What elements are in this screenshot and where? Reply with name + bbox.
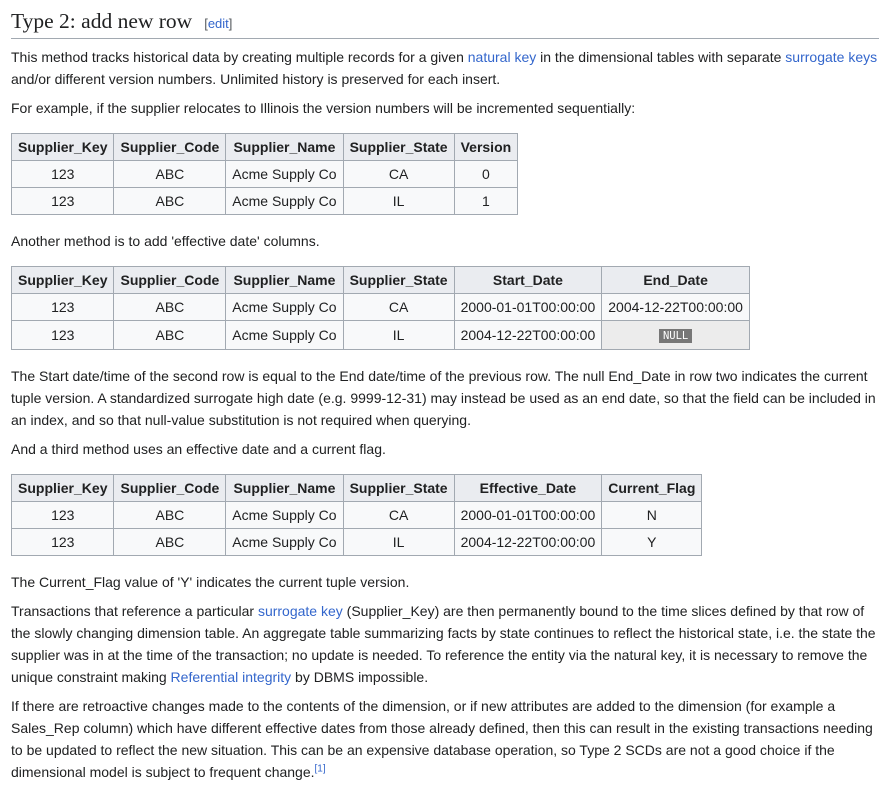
table-cell: CA: [342, 500, 455, 529]
column-header: Supplier_Code: [113, 473, 227, 502]
table-cell: 2004-12-22T00:00:00: [601, 292, 750, 321]
table-cell: Acme Supply Co: [225, 292, 344, 321]
table-cell: ABC: [113, 319, 227, 350]
table-cell: ABC: [113, 527, 227, 556]
table-cell: 123: [10, 500, 115, 529]
table-header-row: Supplier_Key Supplier_Code Supplier_Name Su…: [10, 132, 519, 161]
edit-section: [edit]: [204, 16, 232, 31]
table-row: 123 ABC Acme Supply Co CA 0: [10, 159, 519, 188]
paragraph: Transactions that reference a particular…: [11, 600, 879, 688]
table-cell: N: [601, 500, 703, 529]
paragraph: For example, if the supplier relocates t…: [11, 97, 879, 119]
table-cell: 1: [453, 186, 519, 215]
table-cell: 123: [10, 527, 115, 556]
column-header: Supplier_State: [342, 473, 455, 502]
table-cell: IL: [342, 186, 455, 215]
edit-bracket-close: ]: [228, 16, 233, 31]
table-cell: ABC: [113, 292, 227, 321]
table-row: 123 ABC Acme Supply Co CA 2000-01-01T00:00:0…: [10, 292, 750, 321]
table-cell: Acme Supply Co: [225, 159, 344, 188]
text-segment: If there are retroactive changes made to…: [11, 697, 873, 780]
text-segment: by DBMS impossible.: [291, 668, 429, 685]
table-cell: 123: [10, 159, 115, 188]
edit-link[interactable]: edit: [208, 16, 229, 31]
column-header: Version: [453, 132, 519, 161]
table-cell: 0: [453, 159, 519, 188]
article-section: Type 2: add new row [edit] This method tr…: [0, 0, 890, 783]
table-cell: Acme Supply Co: [225, 319, 344, 350]
text-segment: in the dimensional tables with separate: [536, 48, 786, 65]
column-header: Supplier_State: [342, 132, 455, 161]
column-header: Supplier_Key: [10, 265, 115, 294]
wiki-link[interactable]: Referential integrity: [171, 669, 292, 685]
table-row: 123 ABC Acme Supply Co IL 2004-12-22T00:00:0…: [10, 319, 750, 350]
null-badge: NULL: [658, 328, 693, 343]
paragraph: The Current_Flag value of 'Y' indicates …: [11, 571, 879, 593]
section-heading: Type 2: add new row [edit]: [11, 8, 879, 39]
table-cell: Acme Supply Co: [225, 500, 344, 529]
data-table: Supplier_Key Supplier_Code Supplier_Name Su…: [10, 473, 703, 556]
table-cell: CA: [342, 292, 455, 321]
column-header: Supplier_Key: [10, 132, 115, 161]
wiki-link[interactable]: surrogate key: [258, 603, 343, 619]
text-segment: This method tracks historical data by cr…: [11, 48, 468, 65]
column-header: Start_Date: [453, 265, 603, 294]
citation: [1]: [315, 763, 326, 774]
text-segment: For example, if the supplier relocates t…: [11, 99, 636, 116]
table-row: 123 ABC Acme Supply Co CA 2000-01-01T00:00:0…: [10, 500, 703, 529]
column-header: Supplier_Key: [10, 473, 115, 502]
column-header: Supplier_Name: [225, 132, 344, 161]
table-cell: NULL: [601, 319, 750, 350]
section-body: This method tracks historical data by cr…: [10, 46, 879, 783]
table-cell: 2004-12-22T00:00:00: [453, 319, 603, 350]
table-cell: 123: [10, 319, 115, 350]
table-cell: Acme Supply Co: [225, 186, 344, 215]
paragraph: This method tracks historical data by cr…: [11, 46, 879, 90]
table-cell: IL: [342, 527, 455, 556]
paragraph: The Start date/time of the second row is…: [11, 365, 879, 431]
table-cell: 2004-12-22T00:00:00: [453, 527, 603, 556]
table-cell: ABC: [113, 500, 227, 529]
table-cell: 2000-01-01T00:00:00: [453, 500, 603, 529]
data-table: Supplier_Key Supplier_Code Supplier_Name Su…: [10, 265, 750, 350]
table-cell: ABC: [113, 159, 227, 188]
column-header: Supplier_State: [342, 265, 455, 294]
paragraph: If there are retroactive changes made to…: [11, 695, 879, 783]
data-table: Supplier_Key Supplier_Code Supplier_Name Su…: [10, 132, 519, 215]
column-header: Supplier_Name: [225, 265, 344, 294]
heading-title: Type 2: add new row: [11, 9, 193, 33]
table-row: 123 ABC Acme Supply Co IL 1: [10, 186, 519, 215]
column-header: End_Date: [601, 265, 750, 294]
table-cell: 2000-01-01T00:00:00: [453, 292, 603, 321]
text-segment: The Start date/time of the second row is…: [11, 367, 876, 428]
table-cell: Y: [601, 527, 703, 556]
column-header: Supplier_Code: [113, 132, 227, 161]
wiki-link[interactable]: natural key: [468, 49, 536, 65]
text-segment: Transactions that reference a particular: [11, 602, 258, 619]
text-segment: and/or different version numbers. Unlimi…: [11, 70, 501, 87]
paragraph: Another method is to add 'effective date…: [11, 230, 879, 252]
column-header: Current_Flag: [601, 473, 703, 502]
table-cell: IL: [342, 319, 455, 350]
wiki-link[interactable]: surrogate keys: [785, 49, 877, 65]
text-segment: Another method is to add 'effective date…: [11, 232, 320, 249]
text-segment: The Current_Flag value of 'Y' indicates …: [11, 573, 410, 590]
column-header: Effective_Date: [453, 473, 603, 502]
table-header-row: Supplier_Key Supplier_Code Supplier_Name Su…: [10, 265, 750, 294]
table-cell: Acme Supply Co: [225, 527, 344, 556]
table-cell: ABC: [113, 186, 227, 215]
table-row: 123 ABC Acme Supply Co IL 2004-12-22T00:00:0…: [10, 527, 703, 556]
citation-link[interactable]: [1]: [315, 763, 326, 774]
column-header: Supplier_Code: [113, 265, 227, 294]
paragraph: And a third method uses an effective dat…: [11, 438, 879, 460]
table-cell: 123: [10, 186, 115, 215]
table-cell: CA: [342, 159, 455, 188]
table-header-row: Supplier_Key Supplier_Code Supplier_Name Su…: [10, 473, 703, 502]
column-header: Supplier_Name: [225, 473, 344, 502]
table-cell: 123: [10, 292, 115, 321]
text-segment: And a third method uses an effective dat…: [11, 440, 386, 457]
